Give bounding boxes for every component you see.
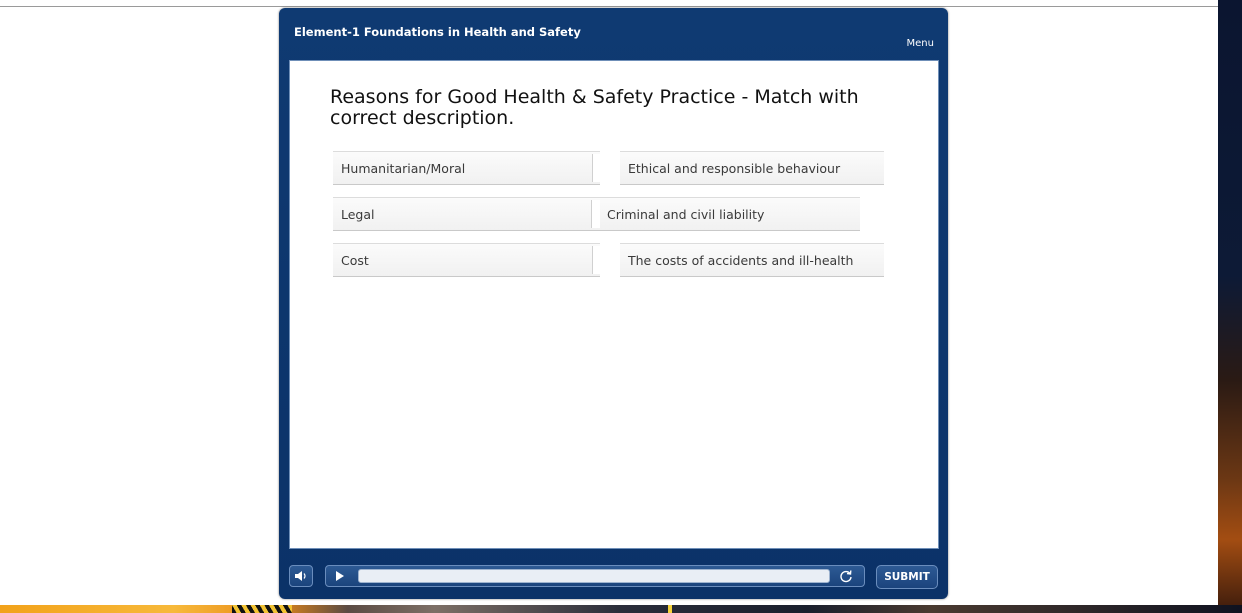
question-text: Reasons for Good Health & Safety Practic… [330, 86, 859, 129]
course-player: Element-1 Foundations in Health and Safe… [279, 8, 948, 599]
play-icon[interactable] [336, 571, 344, 581]
hazard-stripes [232, 605, 292, 613]
course-title: Element-1 Foundations in Health and Safe… [294, 25, 581, 39]
description-item[interactable]: Criminal and civil liability [591, 197, 860, 231]
audio-button[interactable] [289, 565, 313, 587]
term-label: Humanitarian/Moral [341, 161, 466, 176]
description-label: The costs of accidents and ill-health [628, 253, 854, 268]
page: Element-1 Foundations in Health and Safe… [0, 0, 1242, 613]
light-streak [668, 605, 672, 613]
slide-content: Reasons for Good Health & Safety Practic… [289, 60, 939, 549]
top-divider [0, 6, 1218, 7]
submit-button[interactable]: SUBMIT [876, 565, 938, 589]
term-label: Legal [341, 207, 375, 222]
background-photo-right [1218, 0, 1242, 613]
term-item[interactable]: Cost [333, 243, 601, 277]
drop-notch [591, 200, 600, 228]
term-item[interactable]: Humanitarian/Moral [333, 151, 601, 185]
description-item[interactable]: The costs of accidents and ill-health [620, 243, 884, 277]
background-photo-bottom [0, 605, 1242, 613]
drop-notch [592, 246, 601, 274]
drop-notch [592, 154, 601, 182]
menu-button[interactable]: Menu [907, 38, 934, 49]
playback-bar [325, 565, 865, 587]
progress-track[interactable] [358, 569, 830, 583]
description-item[interactable]: Ethical and responsible behaviour [620, 151, 884, 185]
term-label: Cost [341, 253, 369, 268]
term-item[interactable]: Legal [333, 197, 600, 231]
replay-button[interactable] [838, 568, 854, 584]
replay-icon [840, 570, 852, 583]
speaker-icon [295, 571, 306, 581]
description-label: Ethical and responsible behaviour [628, 161, 841, 176]
description-label: Criminal and civil liability [607, 207, 765, 222]
